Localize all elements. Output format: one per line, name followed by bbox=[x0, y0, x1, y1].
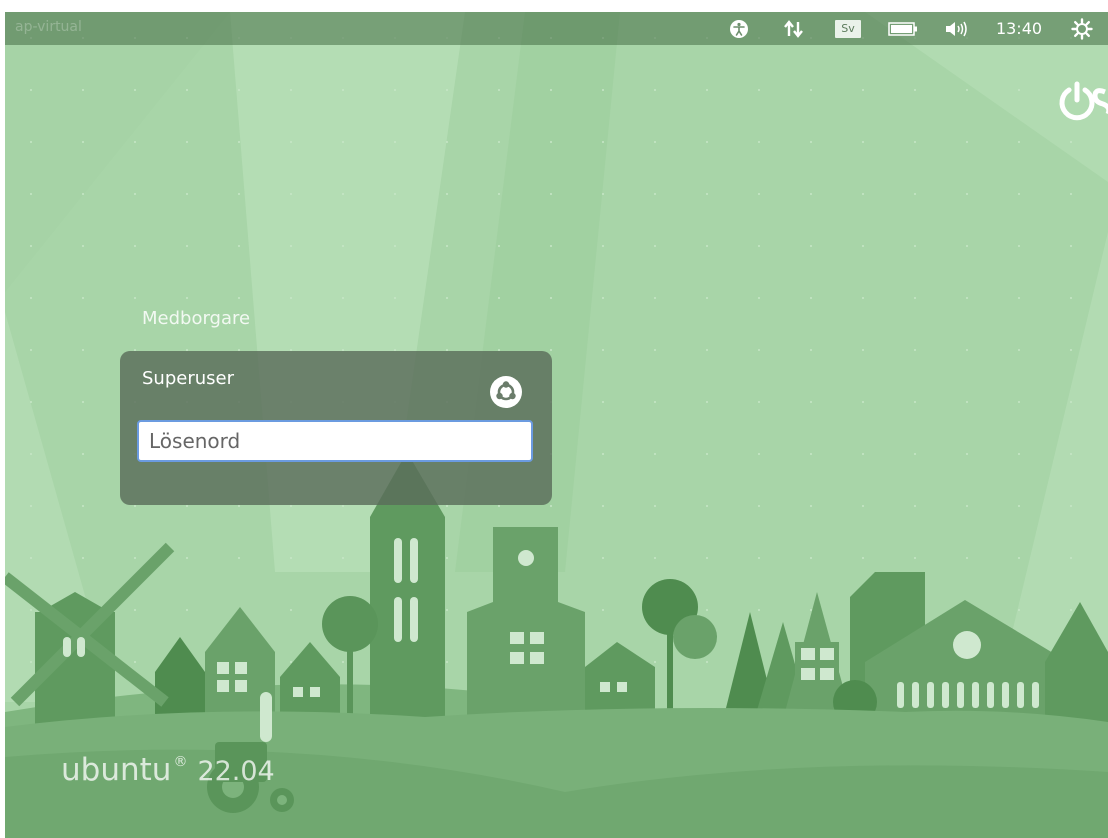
login-screen: ap-virtual Sv 13:40 Medborgare Superuser… bbox=[5, 12, 1108, 838]
brand-registered-mark: ® bbox=[173, 754, 188, 770]
battery-icon[interactable] bbox=[885, 12, 921, 45]
keyboard-layout-label: Sv bbox=[835, 19, 861, 38]
login-card: Superuser bbox=[120, 351, 552, 505]
user-entry-medborgare[interactable]: Medborgare bbox=[142, 308, 250, 329]
ubuntu-branding: ubuntu ® 22.04 bbox=[61, 752, 275, 788]
clock-label: 13:40 bbox=[995, 19, 1043, 38]
settings-icon[interactable] bbox=[1067, 12, 1097, 45]
brand-name: ubuntu bbox=[61, 752, 172, 788]
clock[interactable]: 13:40 bbox=[993, 12, 1045, 45]
hostname-label: ap-virtual bbox=[15, 19, 82, 35]
keyboard-layout-indicator[interactable]: Sv bbox=[833, 12, 863, 45]
os-logo-icon bbox=[1059, 81, 1108, 121]
brand-version: 22.04 bbox=[197, 756, 275, 787]
session-selector-icon[interactable] bbox=[489, 375, 523, 409]
selected-user-name: Superuser bbox=[142, 368, 234, 389]
top-panel: ap-virtual Sv 13:40 bbox=[5, 12, 1108, 45]
volume-icon[interactable] bbox=[942, 12, 972, 45]
accessibility-icon[interactable] bbox=[725, 12, 753, 45]
password-input[interactable] bbox=[137, 420, 533, 462]
network-icon[interactable] bbox=[780, 12, 808, 45]
